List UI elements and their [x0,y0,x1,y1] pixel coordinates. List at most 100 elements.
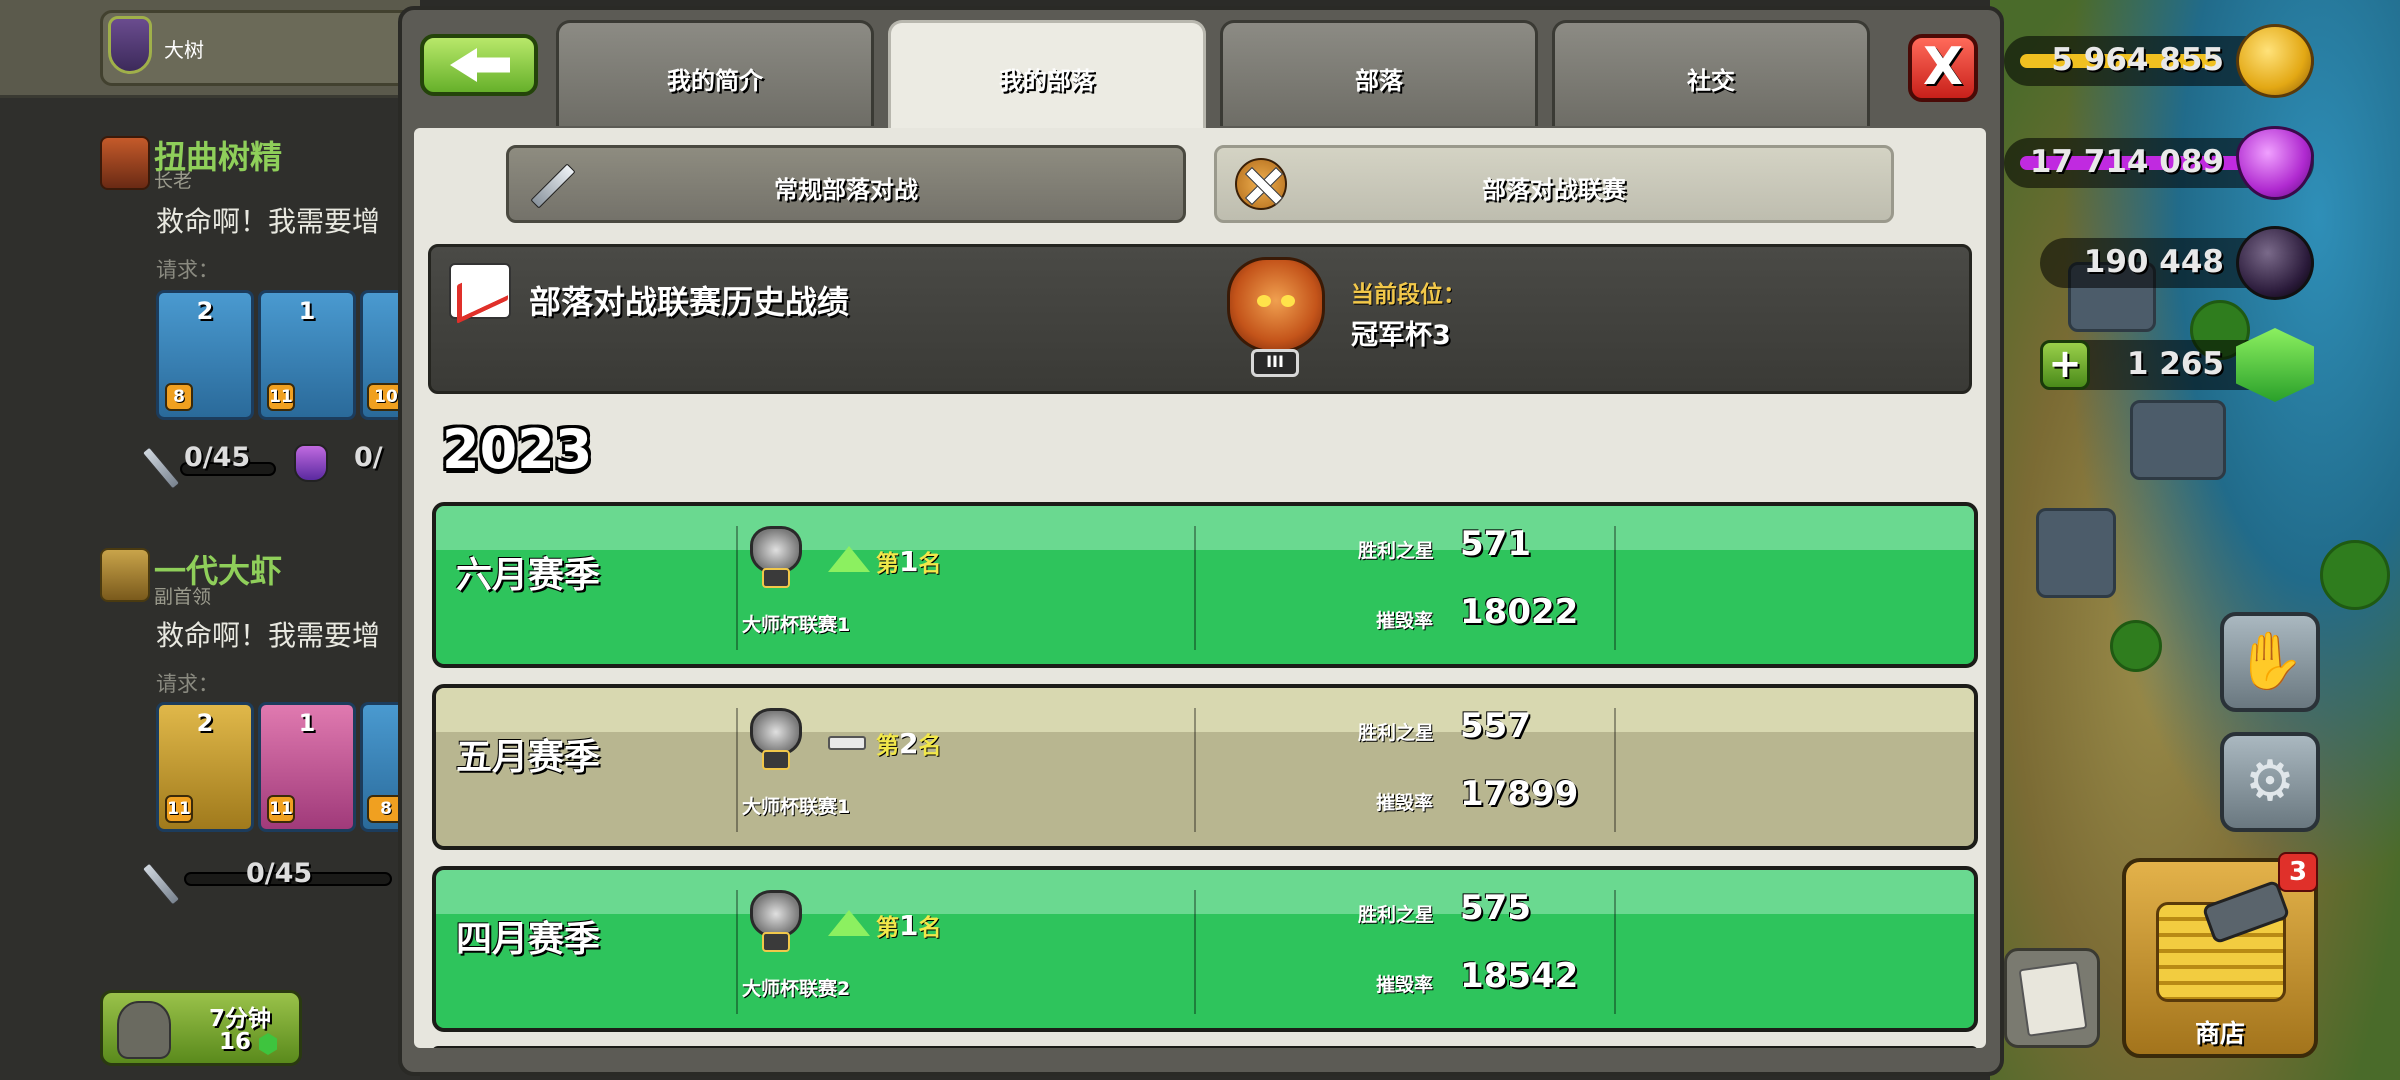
troop-progress-text: 0/45 [184,442,251,473]
stars-value: 575 [1460,888,1531,928]
current-league-label: 当前段位： [1351,282,1466,308]
league-tier-tag: III [1251,349,1299,377]
subtab-label: 常规部落对战 [774,176,918,204]
tree [2320,540,2390,610]
dark-elixir-counter: 190 448 [2040,226,2314,300]
badge-shape [750,890,802,938]
year-heading: 2023 [442,418,593,481]
season-rank: 第1名 [876,544,941,578]
dark-elixir-amount: 190 448 [2083,244,2224,280]
season-rank: 第2名 [876,726,941,760]
tab-label: 我的简介 [667,67,763,95]
close-button[interactable]: X [1908,34,1978,102]
tab-social[interactable]: 社交 [1552,20,1870,126]
tab-my-profile[interactable]: 我的简介 [556,20,874,126]
settings-button[interactable]: ⚙ [2220,732,2320,832]
request-label: 请求： [156,258,219,282]
back-button[interactable] [420,34,538,96]
rank-number: 1 [899,545,919,578]
buy-gems-button[interactable]: + [2040,340,2090,390]
league-shield [1227,257,1325,353]
spell-progress-text: 0/ [354,442,383,473]
season-league: 大师杯联赛1 [742,796,851,818]
master-league-badge-icon [746,890,806,954]
badge-tier [762,932,790,952]
member-role: 副首领 [154,586,212,608]
shop-label: 商店 [2194,1019,2245,1048]
building [2036,508,2116,598]
rank-suffix: 名 [918,733,942,759]
rank-suffix: 名 [918,551,942,577]
requested-troop-card[interactable]: 2 11 [156,702,254,832]
member-role: 长老 [154,170,193,192]
notes-icon [2018,961,2088,1037]
master-league-badge-icon [746,526,806,590]
request-troops-button[interactable]: 7分钟 16 [100,990,302,1066]
destruction-label: 摧毁率 [1376,974,1434,996]
badge-eye [1281,295,1295,307]
message-text: 救命啊！我需要增 [156,205,381,238]
divider [1194,526,1196,650]
building [2130,400,2226,480]
current-league-badge-icon: III [1221,257,1331,377]
season-row: 六月赛季 第1名 大师杯联赛1 胜利之星 571 摧毁率 18022 [432,502,1978,668]
troop-count: 2 [196,297,214,325]
divider [736,708,738,832]
requested-troop-card[interactable]: 1 11 [258,702,356,832]
spell-potion-icon [294,444,328,482]
edit-layout-button[interactable]: ✋ [2220,612,2320,712]
league-history-header: 部落对战联赛历史战绩 III 当前段位： 冠军杯3 [428,244,1972,394]
elixir-amount: 17 714 089 [2029,144,2224,180]
gold-amount: 5 964 855 [2051,42,2224,78]
requested-troop-card[interactable]: 1 11 [258,290,356,420]
season-name: 五月赛季 [456,737,601,778]
troop-progress-text: 0/45 [246,858,313,889]
badge-shape [750,708,802,756]
season-league: 大师杯联赛2 [742,978,851,1000]
divider [1614,708,1616,832]
member-rank-icon [100,136,150,190]
subtab-war-league[interactable]: 部落对战联赛 [1214,145,1894,223]
gold-counter: 5 964 855 [2004,24,2314,98]
badge-eye [1257,295,1271,307]
subtab-label: 部落对战联赛 [1482,176,1626,204]
gem-icon [259,1033,277,1055]
clan-name: 大树 [164,38,204,62]
news-button[interactable] [2004,948,2100,1048]
rank-prefix: 第 [876,551,899,577]
stars-label: 胜利之星 [1358,540,1435,562]
destruction-value: 18542 [1460,956,1579,996]
gear-icon: ⚙ [2244,749,2296,814]
tab-label: 社交 [1687,67,1735,95]
dark-elixir-icon [2236,226,2314,300]
request-label: 请求： [156,672,219,696]
destruction-value: 18022 [1460,592,1579,632]
request-cooldown: 7分钟 [209,1006,272,1032]
badge-tier [762,750,790,770]
troop-request-icon [117,1001,171,1059]
badge-tier [762,568,790,588]
divider [1194,890,1196,1014]
stars-value: 571 [1460,524,1531,564]
sword-icon [141,862,181,906]
season-row: 五月赛季 第2名 大师杯联赛1 胜利之星 557 摧毁率 17899 [432,684,1978,850]
message-text: 救命啊！我需要增 [156,619,381,652]
tab-clans[interactable]: 部落 [1220,20,1538,126]
divider [736,526,738,650]
tab-label: 部落 [1355,67,1403,95]
divider [1614,890,1616,1014]
tab-my-clan[interactable]: 我的部落 [888,20,1206,132]
troop-count: 2 [196,709,214,737]
modal-content: 常规部落对战 部落对战联赛 部落对战联赛历史战绩 III 当前段位： 冠军杯3 … [414,128,1986,1048]
destruction-label: 摧毁率 [1376,792,1434,814]
troop-level: 8 [165,383,193,411]
gold-coin-icon [2236,24,2314,98]
badge-shape [750,526,802,574]
gem-amount: 1 265 [2126,346,2224,382]
rank-number: 2 [899,727,919,760]
elixir-counter: 17 714 089 [2004,126,2314,200]
troop-count: 1 [298,297,316,325]
requested-troop-card[interactable]: 2 8 [156,290,254,420]
stars-label: 胜利之星 [1358,722,1435,744]
subtab-regular-war[interactable]: 常规部落对战 [506,145,1186,223]
